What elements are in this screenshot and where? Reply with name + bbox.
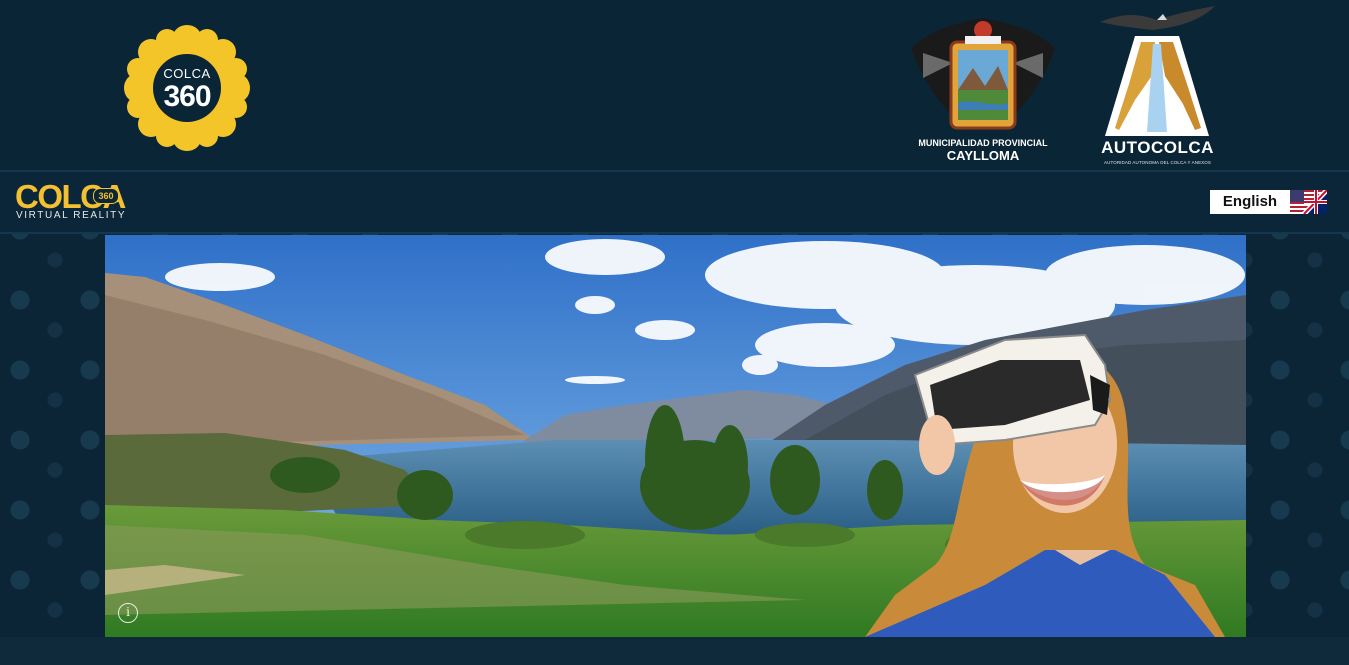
footer-strip	[0, 637, 1349, 665]
language-selector[interactable]: English	[1210, 190, 1327, 214]
colca-vr-brand[interactable]: COLCA 360 VIRTUAL REALITY	[15, 178, 130, 222]
lake-valley-vr-scene	[105, 235, 1246, 637]
brand-subtitle: VIRTUAL REALITY	[16, 210, 127, 221]
info-icon[interactable]: i	[118, 603, 138, 623]
us-uk-flag-icon	[1290, 190, 1327, 214]
crest-caption-line2: CAYLLOMA	[946, 148, 1020, 163]
brand-badge: 360	[93, 188, 119, 204]
nav-bar	[0, 170, 1349, 234]
colca360-logo[interactable]: COLCA 360	[123, 25, 251, 151]
language-label: English	[1222, 193, 1278, 210]
crest-caption: MUNICIPALIDAD PROVINCIAL CAYLLOMA	[903, 138, 1063, 163]
autocolca-subtitle: AUTORIDAD AUTONOMA DEL COLCA Y ANEXOS	[1104, 160, 1211, 165]
logo-small-text: COLCA	[163, 66, 211, 81]
autocolca-name: AUTOCOLCA	[1101, 138, 1214, 157]
hero-panorama[interactable]	[105, 235, 1246, 637]
logo-big-text: 360	[163, 80, 211, 113]
